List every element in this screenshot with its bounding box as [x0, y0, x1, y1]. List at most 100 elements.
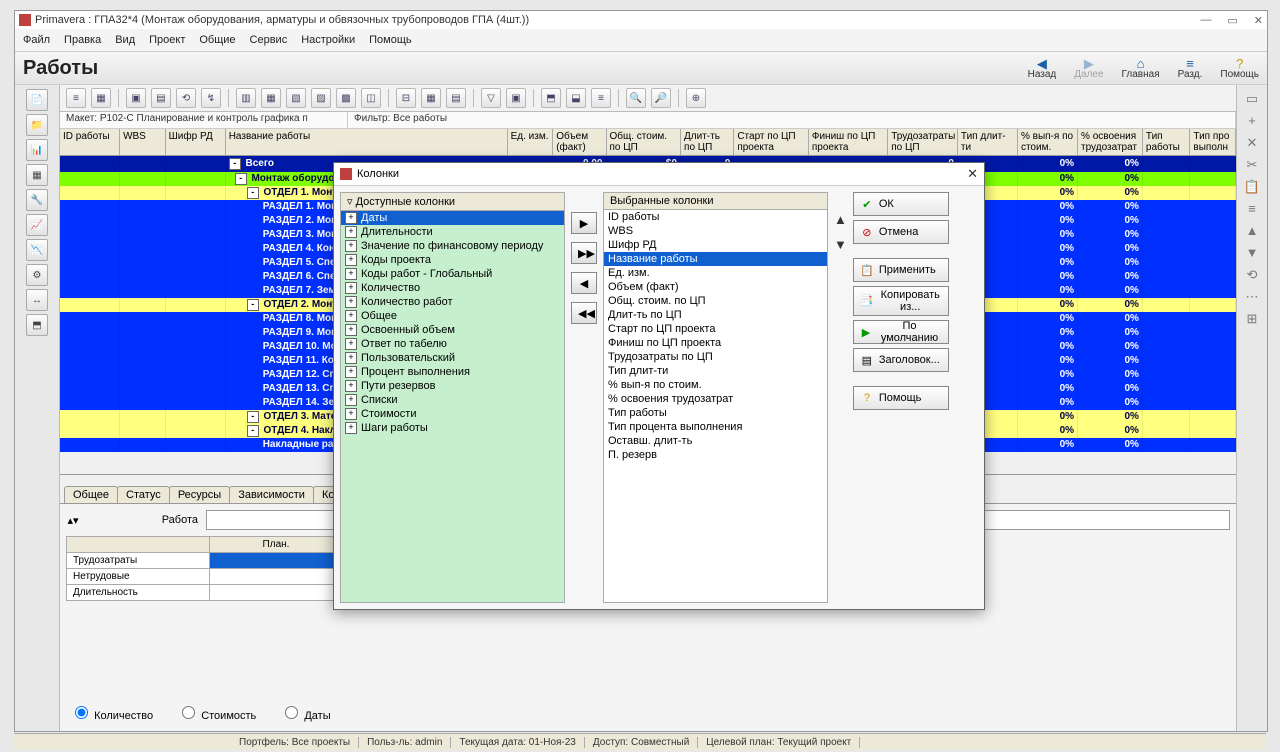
col-pctcost[interactable]: % вып-я по стоим. — [1018, 129, 1078, 155]
sel-item[interactable]: Название работы — [604, 252, 827, 266]
ltool-0[interactable]: 📄 — [26, 89, 48, 111]
dialog-close-button[interactable]: ✕ — [967, 166, 978, 182]
rtool-10[interactable]: ⊞ — [1243, 311, 1261, 329]
avail-item[interactable]: +Коды работ - Глобальный — [341, 267, 564, 281]
ok-button[interactable]: ✔ОК — [853, 192, 949, 216]
sel-item[interactable]: Тип длит-ти — [604, 364, 827, 378]
radio-cost[interactable]: Стоимость — [177, 703, 256, 722]
tab-Статус[interactable]: Статус — [117, 486, 170, 503]
tool-27[interactable]: 🔎 — [651, 88, 671, 108]
tab-Общее[interactable]: Общее — [64, 486, 118, 503]
tool-24[interactable]: ≡ — [591, 88, 611, 108]
rtool-7[interactable]: ▼ — [1243, 245, 1261, 263]
sel-item[interactable]: Финиш по ЦП проекта — [604, 336, 827, 350]
ltool-6[interactable]: 📉 — [26, 239, 48, 261]
apply-button[interactable]: 📋Применить — [853, 258, 949, 282]
nav-help[interactable]: ?Помощь — [1220, 57, 1259, 80]
avail-item[interactable]: +Пути резервов — [341, 379, 564, 393]
menu-Вид[interactable]: Вид — [115, 34, 135, 46]
cell-nonlabor-plan[interactable] — [210, 569, 343, 585]
avail-item[interactable]: +Даты — [341, 211, 564, 225]
minimize-button[interactable]: — — [1200, 14, 1211, 27]
dialog-help-button[interactable]: ?Помощь — [853, 386, 949, 410]
rtool-9[interactable]: ⋯ — [1243, 289, 1261, 307]
col-acttype[interactable]: Тип работы — [1143, 129, 1191, 155]
nav-back[interactable]: ◀Назад — [1028, 57, 1057, 80]
tool-15[interactable]: ⊟ — [396, 88, 416, 108]
move-down-button[interactable]: ▼ — [834, 237, 847, 252]
radio-dates[interactable]: Даты — [280, 703, 330, 722]
avail-item[interactable]: +Количество — [341, 281, 564, 295]
tool-17[interactable]: ▤ — [446, 88, 466, 108]
sel-item[interactable]: Шифр РД — [604, 238, 827, 252]
tool-11[interactable]: ▨ — [311, 88, 331, 108]
tab-Ресурсы[interactable]: Ресурсы — [169, 486, 230, 503]
rtool-3[interactable]: ✂ — [1243, 157, 1261, 175]
selected-list[interactable]: ID работыWBSШифр РДНазвание работыЕд. из… — [603, 210, 828, 603]
remove-all-button[interactable]: ◀◀ — [571, 302, 597, 324]
tool-9[interactable]: ▦ — [261, 88, 281, 108]
move-up-button[interactable]: ▲ — [834, 212, 847, 227]
avail-item[interactable]: +Пользовательский — [341, 351, 564, 365]
col-start[interactable]: Старт по ЦП проекта — [734, 129, 809, 155]
avail-item[interactable]: +Количество работ — [341, 295, 564, 309]
tool-22[interactable]: ⬒ — [541, 88, 561, 108]
sel-item[interactable]: WBS — [604, 224, 827, 238]
tool-3[interactable]: ▣ — [126, 88, 146, 108]
sel-item[interactable]: Объем (факт) — [604, 280, 827, 294]
nav-forward[interactable]: ▶Далее — [1074, 57, 1103, 80]
tool-13[interactable]: ◫ — [361, 88, 381, 108]
avail-item[interactable]: +Процент выполнения — [341, 365, 564, 379]
sel-item[interactable]: Ед. изм. — [604, 266, 827, 280]
ltool-8[interactable]: ↔ — [26, 289, 48, 311]
col-dur[interactable]: Длит-ть по ЦП — [681, 129, 734, 155]
col-unit[interactable]: Ед. изм. — [508, 129, 554, 155]
avail-item[interactable]: +Общее — [341, 309, 564, 323]
col-pcttype[interactable]: Тип про выполн — [1190, 129, 1236, 155]
tool-0[interactable]: ≡ — [66, 88, 86, 108]
tool-4[interactable]: ▤ — [151, 88, 171, 108]
cell-labor-plan[interactable] — [210, 553, 343, 569]
avail-item[interactable]: +Стоимости — [341, 407, 564, 421]
nav-home[interactable]: ⌂Главная — [1122, 57, 1160, 80]
tool-29[interactable]: ⊕ — [686, 88, 706, 108]
radio-quantity[interactable]: Количество — [70, 703, 153, 722]
menu-Проект[interactable]: Проект — [149, 34, 185, 46]
ltool-1[interactable]: 📁 — [26, 114, 48, 136]
menu-Общие[interactable]: Общие — [199, 34, 235, 46]
col-name[interactable]: Название работы — [226, 129, 508, 155]
sel-item[interactable]: Тип процента выполнения — [604, 420, 827, 434]
menu-Помощь[interactable]: Помощь — [369, 34, 412, 46]
avail-item[interactable]: +Шаги работы — [341, 421, 564, 435]
col-cost[interactable]: Общ. стоим. по ЦП — [607, 129, 682, 155]
sel-item[interactable]: % вып-я по стоим. — [604, 378, 827, 392]
sel-item[interactable]: % освоения трудозатрат — [604, 392, 827, 406]
col-durtype[interactable]: Тип длит-ти — [958, 129, 1018, 155]
tool-16[interactable]: ▦ — [421, 88, 441, 108]
avail-item[interactable]: +Значение по финансовому периоду — [341, 239, 564, 253]
col-id[interactable]: ID работы — [60, 129, 120, 155]
rtool-8[interactable]: ⟲ — [1243, 267, 1261, 285]
ltool-4[interactable]: 🔧 — [26, 189, 48, 211]
close-button[interactable]: ✕ — [1254, 14, 1263, 27]
cancel-button[interactable]: ⊘Отмена — [853, 220, 949, 244]
col-code[interactable]: Шифр РД — [166, 129, 226, 155]
tool-8[interactable]: ▥ — [236, 88, 256, 108]
avail-item[interactable]: +Освоенный объем — [341, 323, 564, 337]
work-id-input[interactable] — [206, 510, 352, 530]
tab-Зависимости[interactable]: Зависимости — [229, 486, 314, 503]
spinner-icon[interactable]: ▴▾ — [66, 514, 80, 527]
menu-Правка[interactable]: Правка — [64, 34, 101, 46]
ltool-9[interactable]: ⬒ — [26, 314, 48, 336]
available-list[interactable]: +Даты+Длительности+Значение по финансово… — [340, 211, 565, 603]
tool-10[interactable]: ▧ — [286, 88, 306, 108]
ltool-3[interactable]: ▦ — [26, 164, 48, 186]
rtool-6[interactable]: ▲ — [1243, 223, 1261, 241]
layout-name[interactable]: Макет: P102-C Планирование и контроль гр… — [60, 112, 348, 128]
col-wbs[interactable]: WBS — [120, 129, 166, 155]
add-button[interactable]: ▶ — [571, 212, 597, 234]
ltool-5[interactable]: 📈 — [26, 214, 48, 236]
col-labor[interactable]: Трудозатраты по ЦП — [888, 129, 958, 155]
menu-Файл[interactable]: Файл — [23, 34, 50, 46]
maximize-button[interactable]: ▭ — [1227, 14, 1237, 27]
